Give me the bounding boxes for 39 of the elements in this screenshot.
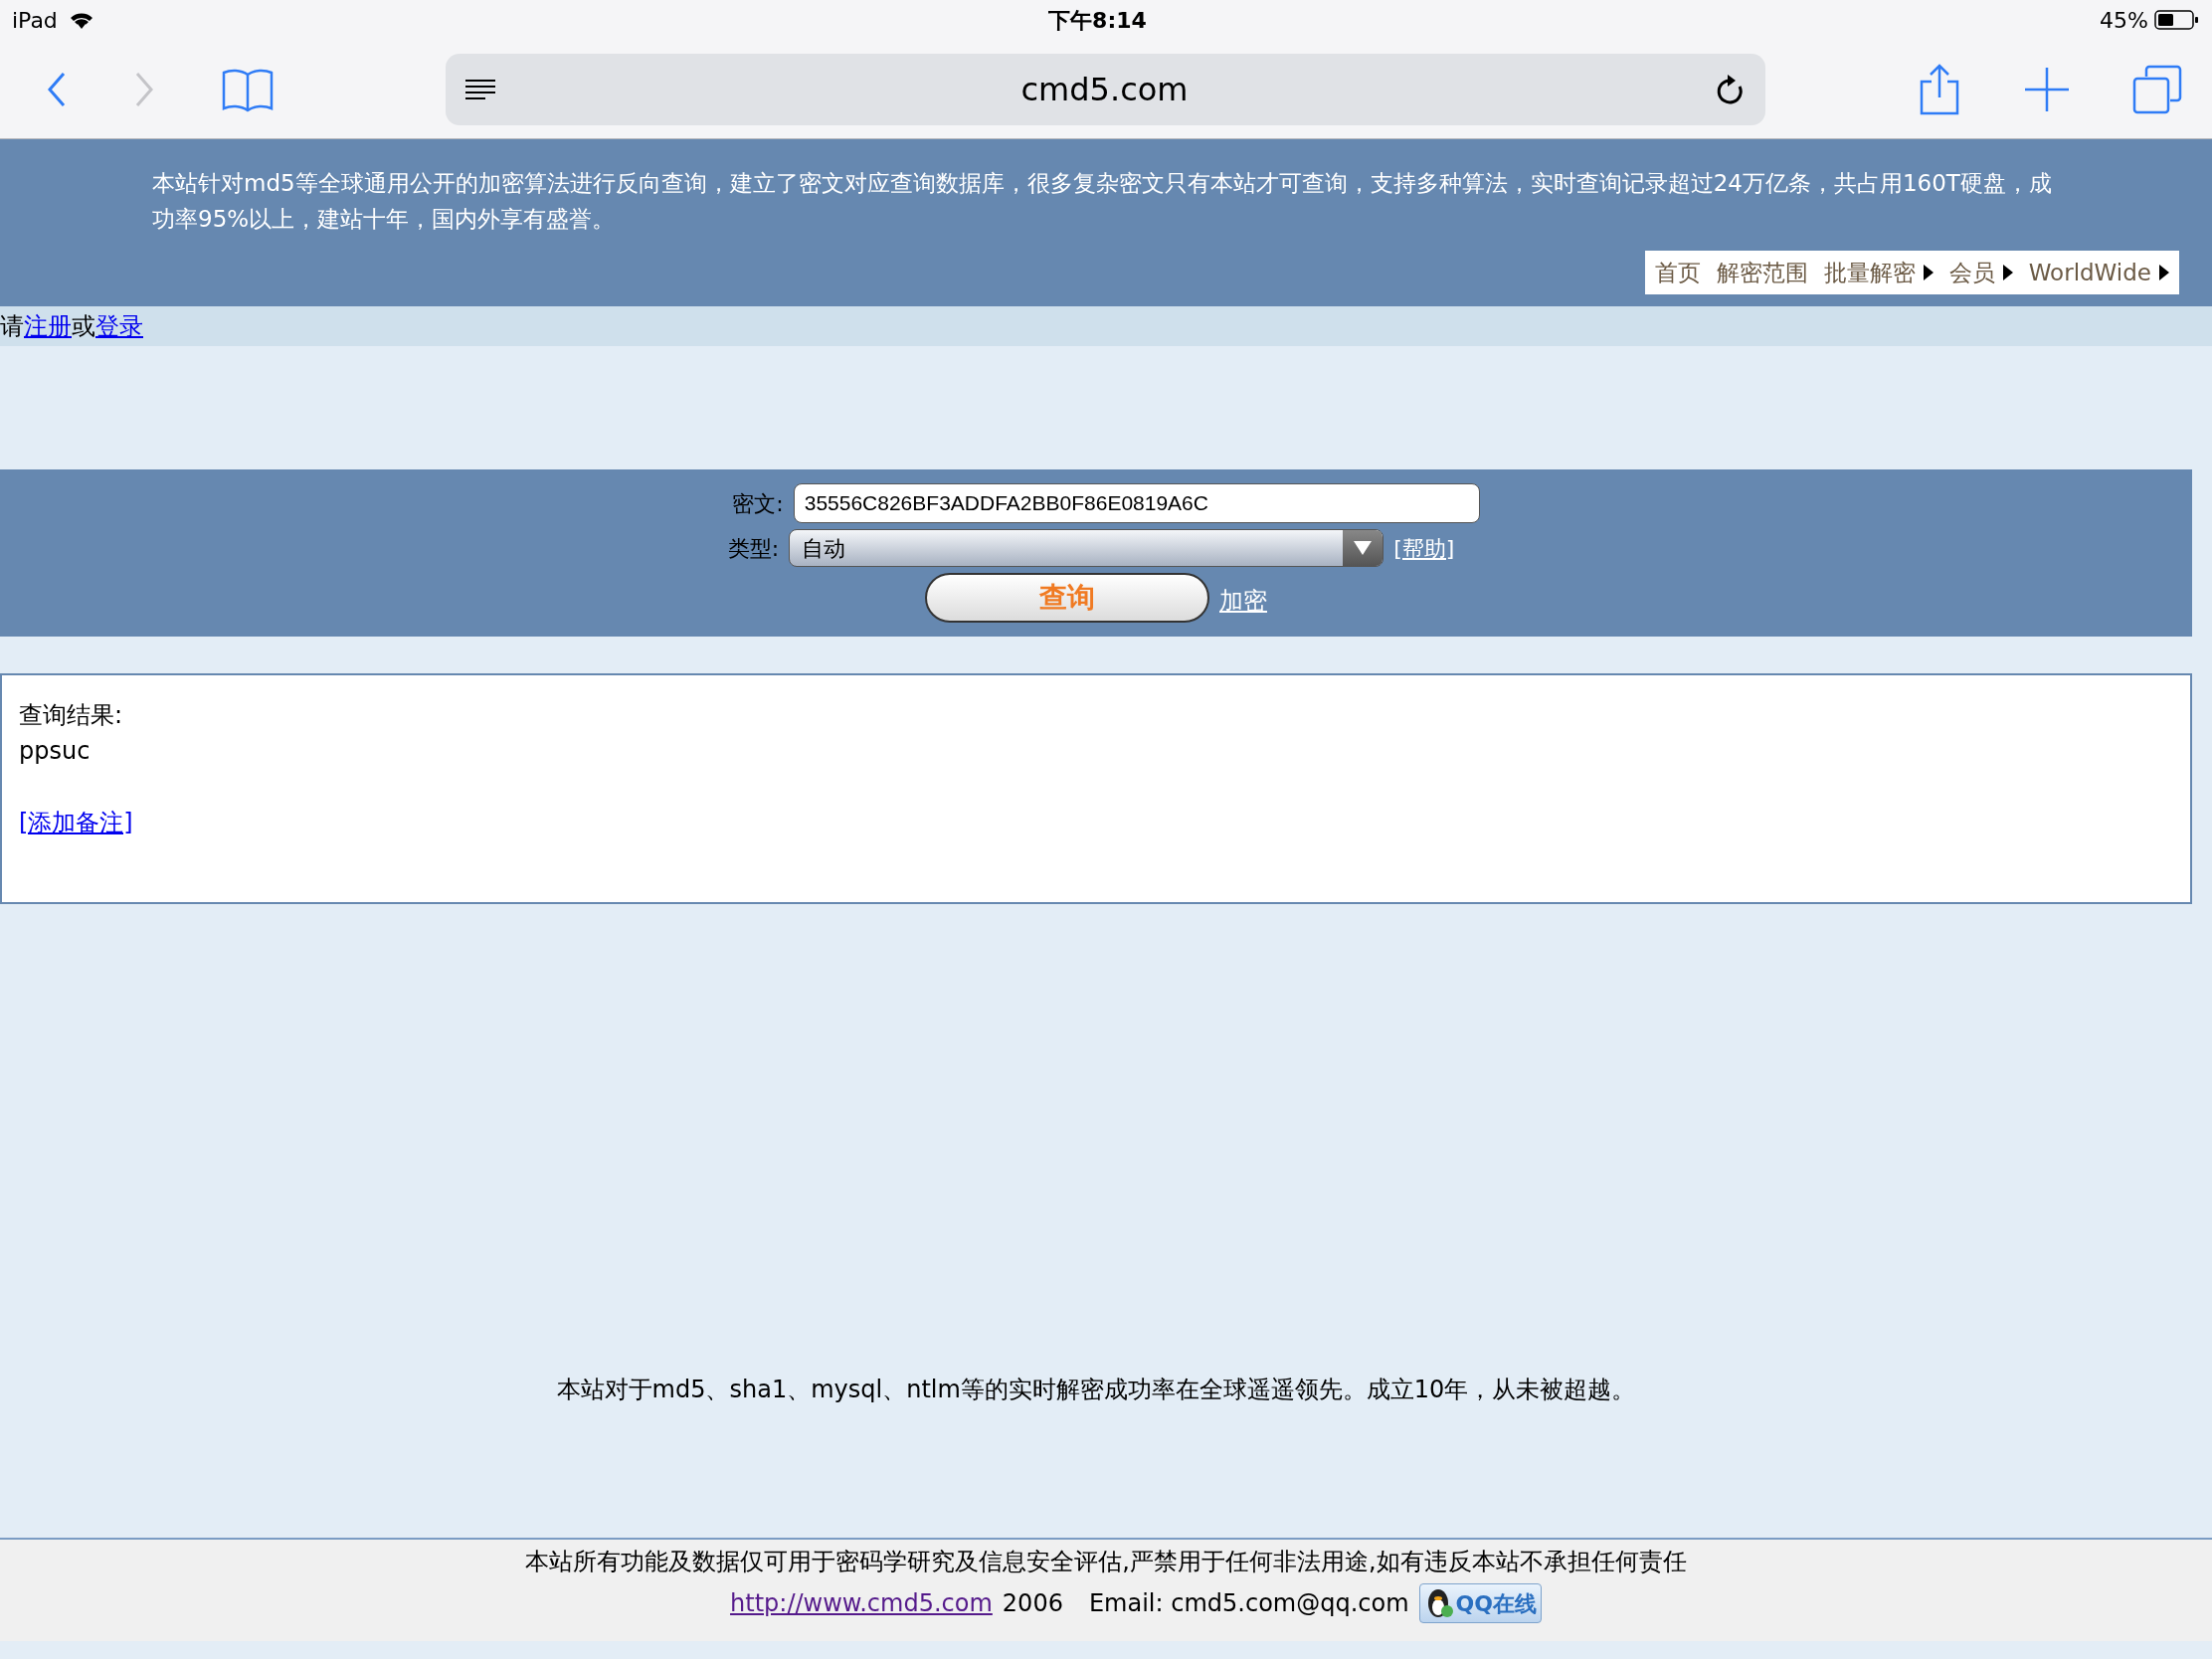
copyright-year: 2006 [1002,1588,1063,1619]
site-description: 本站针对md5等全球通用公开的加密算法进行反向查询，建立了密文对应查询数据库，很多复杂密文只有本站才可查询，支持多种算法，实时查询记录超过24万亿条，共占用160T硬盘，成功率95%以上，建站十年，国内外享有盛誉。 [152,169,2053,234]
submenu-arrow-icon [1923,265,1934,280]
site-url-link[interactable]: http://www.cmd5.com [730,1585,993,1621]
type-label: 类型: [727,534,780,563]
login-link[interactable]: 登录 [95,308,143,344]
url-text: cmd5.com [1019,69,1190,110]
register-link[interactable]: 注册 [24,308,72,344]
result-value: ppsuc [19,736,92,767]
nav-link[interactable]: 首页 [1654,255,1701,290]
nav-link[interactable]: WorldWide [2028,255,2169,290]
result-label: 查询结果: [19,700,124,731]
nav-link[interactable]: 会员 [1948,255,2013,290]
dropdown-arrow-icon [1354,541,1373,555]
battery-percentage: 45% [2100,6,2148,35]
ciphertext-input[interactable]: 35556C826BF3ADDFA2BB0F86E0819A6C [793,483,1480,523]
share-icon[interactable] [1918,63,1961,115]
help-link[interactable]: [帮助] [1393,531,1455,565]
submenu-arrow-icon [2159,265,2169,280]
submenu-arrow-icon [2002,265,2013,280]
tagline-text: 本站对于md5、sha1、mysql、ntlm等的实时解密成功率在全球遥遥领先。成立10年，从未被超越。 [555,1375,1637,1405]
nav-link[interactable]: 解密范围 [1716,255,1808,290]
contact-email: Email: cmd5.com@qq.com [1088,1588,1409,1619]
clock-time: 下午8:14 [1048,6,1147,35]
qq-online-badge[interactable]: QQ在线 [1418,1583,1542,1623]
encrypt-link[interactable]: 加密 [1219,583,1267,619]
device-name: iPad [12,6,58,35]
plus-icon[interactable] [2025,67,2069,111]
type-select[interactable]: 自动 [789,529,1384,567]
address-bar[interactable]: cmd5.com [446,53,1765,125]
login-connector: 或 [72,311,95,342]
tabs-icon[interactable] [2132,64,2182,114]
disclaimer-text: 本站所有功能及数据仅可用于密码学研究及信息安全评估,严禁用于任何非法用途,如有违反本站不承担任何责任 [525,1547,1687,1577]
battery-icon [2154,9,2200,31]
reader-icon[interactable] [465,78,495,100]
ciphertext-label: 密文: [732,489,784,518]
nav-link[interactable]: 批量解密 [1823,255,1934,290]
login-prompt: 请 [0,311,24,342]
add-note-link[interactable]: [添加备注] [19,805,133,840]
